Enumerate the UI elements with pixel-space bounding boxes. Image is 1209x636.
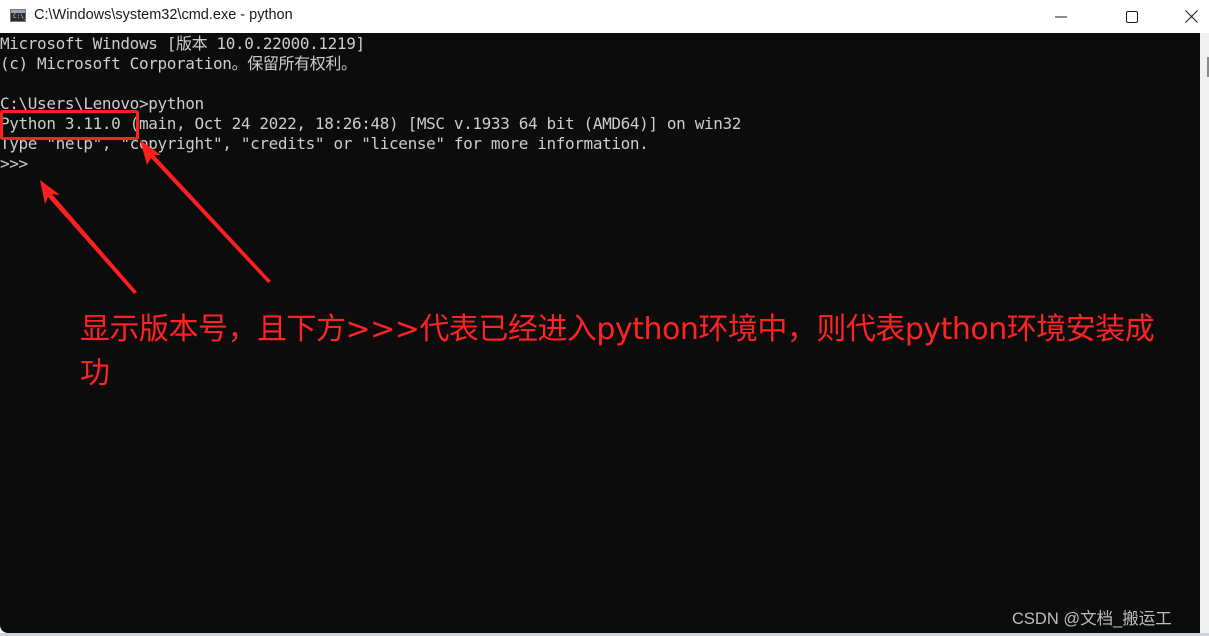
- python-prompt[interactable]: >>>: [0, 154, 28, 174]
- minimize-icon: [1055, 16, 1067, 17]
- window-titlebar[interactable]: C:\_ C:\Windows\system32\cmd.exe - pytho…: [0, 0, 1209, 33]
- cmd-console-icon: C:\_: [10, 9, 28, 22]
- vertical-scrollbar[interactable]: [1200, 33, 1209, 633]
- window-title: C:\Windows\system32\cmd.exe - python: [34, 7, 293, 23]
- console-line: Microsoft Windows [版本 10.0.22000.1219]: [0, 34, 365, 53]
- icon-glyph: C:\_: [13, 13, 28, 20]
- annotation-text: 显示版本号，且下方>>>代表已经进入python环境中，则代表python环境安…: [80, 312, 1155, 391]
- csdn-watermark: CSDN @文档_搬运工: [1012, 610, 1172, 628]
- version-highlight-box: [0, 110, 139, 140]
- close-button[interactable]: [1168, 0, 1209, 33]
- maximize-icon: [1126, 10, 1138, 23]
- console-line: (c) Microsoft Corporation。保留所有权利。: [0, 54, 357, 73]
- minimize-button[interactable]: [1038, 0, 1084, 33]
- maximize-button[interactable]: [1109, 0, 1155, 33]
- close-icon: [1184, 10, 1198, 23]
